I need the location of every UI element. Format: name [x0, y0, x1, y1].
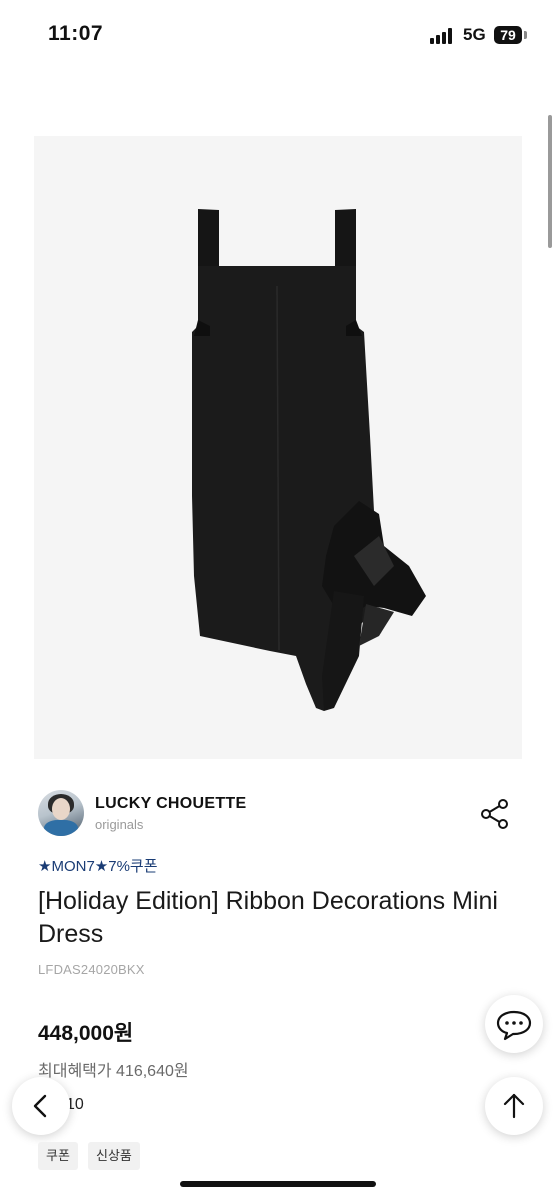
scroll-top-button[interactable]	[485, 1077, 543, 1135]
network-label: 5G	[463, 25, 486, 44]
chat-icon	[496, 1010, 532, 1041]
share-button[interactable]	[478, 797, 512, 831]
battery-icon: 79	[494, 26, 522, 44]
brand-avatar[interactable]	[38, 790, 84, 836]
tag-coupon[interactable]: 쿠폰	[38, 1142, 78, 1170]
signal-icon	[430, 28, 456, 44]
status-bar: 11:07 5G 79	[0, 0, 555, 70]
brand-row: LUCKY CHOUETTE originals	[0, 785, 555, 845]
home-indicator[interactable]	[180, 1181, 376, 1187]
product-image[interactable]	[34, 136, 522, 759]
product-price: 448,000원	[38, 1022, 134, 1045]
battery-tip	[524, 31, 527, 39]
brand-subtitle: originals	[95, 817, 144, 832]
arrow-up-icon	[503, 1093, 525, 1119]
tag-new-product[interactable]: 신상품	[88, 1142, 140, 1170]
scroll-indicator[interactable]	[548, 115, 552, 248]
status-time: 11:07	[48, 22, 104, 45]
product-code: LFDAS24020BKX	[38, 962, 145, 977]
product-title: [Holiday Edition] Ribbon Decorations Min…	[38, 887, 498, 948]
coupon-promo-text[interactable]: ★MON7★7%쿠폰	[38, 855, 158, 876]
back-button[interactable]	[12, 1077, 70, 1135]
dress-illustration	[192, 209, 426, 711]
brand-name[interactable]: LUCKY CHOUETTE	[95, 795, 246, 813]
chevron-left-icon	[33, 1094, 47, 1118]
share-icon	[481, 799, 508, 829]
chat-button[interactable]	[485, 995, 543, 1053]
